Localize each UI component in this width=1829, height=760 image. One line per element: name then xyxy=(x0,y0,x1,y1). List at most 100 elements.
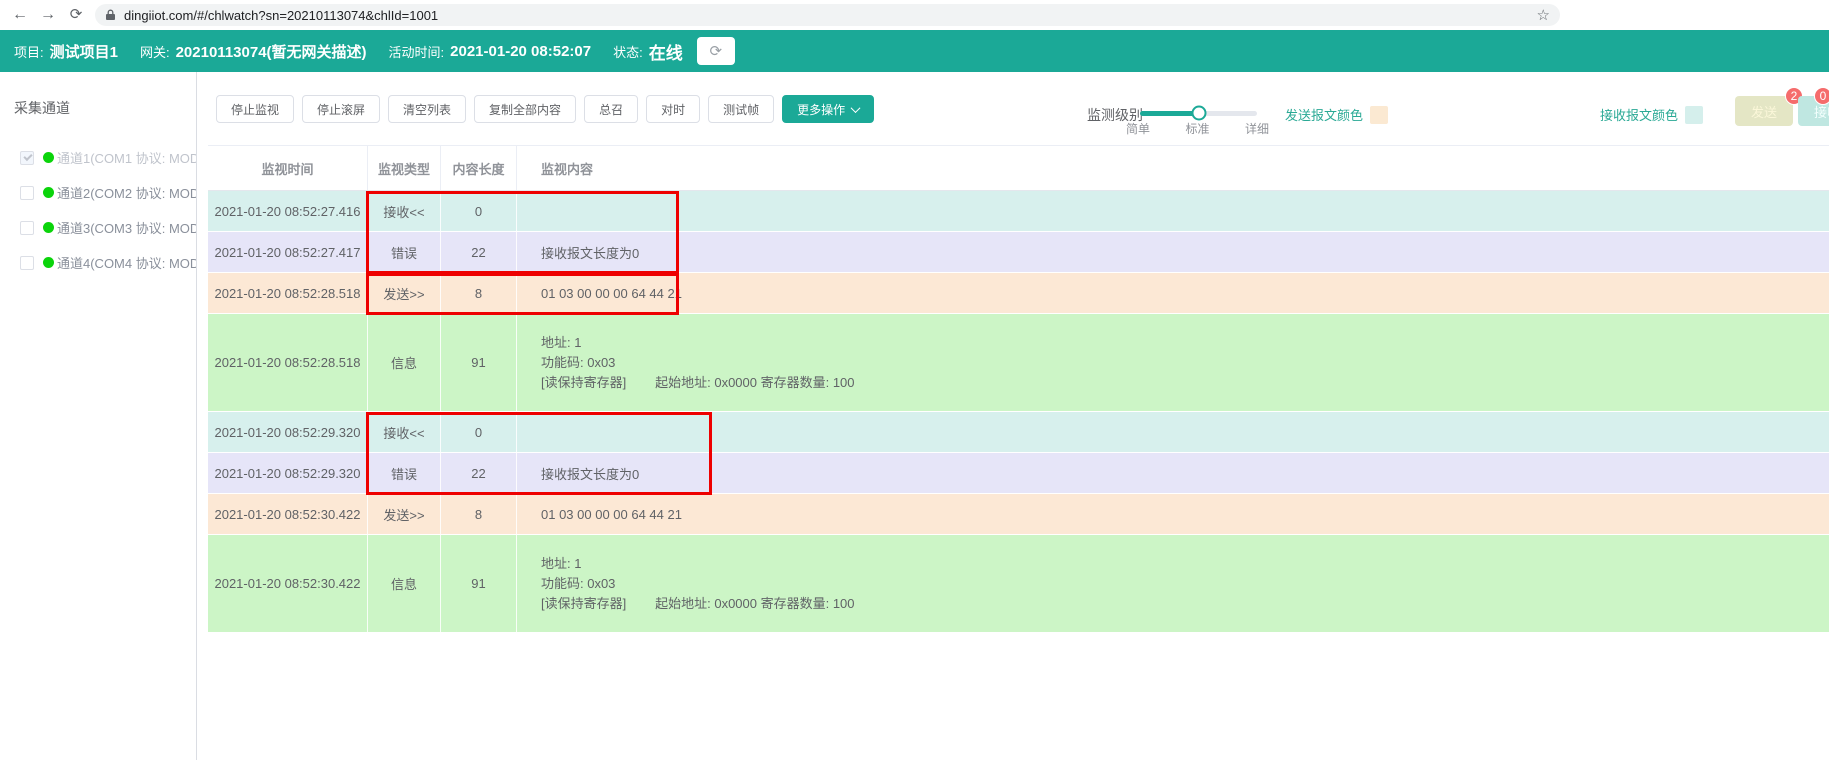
toolbar-button[interactable]: 复制全部内容 xyxy=(474,95,576,123)
table-row: 2021-01-20 08:52:30.422 信息 91 地址: 1功能码: … xyxy=(208,535,1829,633)
cell-type: 发送>> xyxy=(368,494,441,534)
url-text[interactable]: dingiiot.com/#/chlwatch?sn=20210113074&c… xyxy=(124,8,1537,23)
more-actions-button[interactable]: 更多操作 xyxy=(782,95,874,123)
cell-content: 接收报文长度为0 xyxy=(517,232,1829,272)
channel-checkbox[interactable] xyxy=(20,256,34,270)
table-row: 2021-01-20 08:52:27.417 错误 22 接收报文长度为0 xyxy=(208,232,1829,273)
toolbar-button[interactable]: 测试帧 xyxy=(708,95,774,123)
recv-color-label: 接收报文颜色 xyxy=(1600,105,1678,124)
sidebar: 采集通道 通道1(COM1 协议: MOD... 通道2(COM2 协议: MO… xyxy=(0,72,197,760)
cell-content: 01 03 00 00 00 64 44 21 xyxy=(517,273,1829,313)
recv-count-badge: 0 xyxy=(1814,87,1829,105)
channel-label: 通道2(COM2 协议: MOD... xyxy=(57,183,196,202)
toolbar: 停止监视 停止滚屏 清空列表 复制全部内容 总召 对时 测试帧 更多操作 xyxy=(216,95,874,123)
toolbar-button[interactable]: 停止监视 xyxy=(216,95,294,123)
send-color-label: 发送报文颜色 xyxy=(1285,105,1363,124)
monitor-table: 监视时间 监视类型 内容长度 监视内容 2021-01-20 08:52:27.… xyxy=(208,145,1829,633)
channel-online-dot xyxy=(43,257,54,268)
cell-length: 22 xyxy=(441,232,517,272)
cell-type: 接收<< xyxy=(368,412,441,452)
cell-length: 0 xyxy=(441,191,517,231)
cell-time: 2021-01-20 08:52:27.417 xyxy=(208,232,368,272)
gateway-label: 网关: xyxy=(140,42,170,61)
monitor-level-slider[interactable] xyxy=(1140,108,1257,118)
send-color-swatch[interactable] xyxy=(1370,106,1388,124)
channel-label: 通道1(COM1 协议: MOD... xyxy=(57,148,196,167)
toolbar-button[interactable]: 停止滚屏 xyxy=(302,95,380,123)
recv-toggle-button[interactable]: 接收 0 xyxy=(1798,96,1829,126)
sidebar-channel-item[interactable]: 通道4(COM4 协议: MOD... xyxy=(0,245,196,280)
recv-color-swatch[interactable] xyxy=(1685,106,1703,124)
browser-chrome: ← → ⟳ dingiiot.com/#/chlwatch?sn=2021011… xyxy=(0,0,1829,30)
project-value: 测试项目1 xyxy=(50,41,118,62)
table-row: 2021-01-20 08:52:28.518 发送>> 8 01 03 00 … xyxy=(208,273,1829,314)
cell-type: 错误 xyxy=(368,232,441,272)
cell-content-lines: 地址: 1功能码: 0x03[读保持寄存器] 起始地址: 0x0000 寄存器数… xyxy=(541,556,855,611)
col-header-length: 内容长度 xyxy=(441,146,517,190)
cell-length: 0 xyxy=(441,412,517,452)
sidebar-channel-item[interactable]: 通道1(COM1 协议: MOD... xyxy=(0,140,196,175)
cell-time: 2021-01-20 08:52:29.320 xyxy=(208,453,368,493)
channel-checkbox[interactable] xyxy=(20,221,34,235)
cell-type: 发送>> xyxy=(368,273,441,313)
active-time-label: 活动时间: xyxy=(389,42,445,61)
sidebar-title: 采集通道 xyxy=(14,98,196,118)
table-row: 2021-01-20 08:52:27.416 接收<< 0 xyxy=(208,191,1829,232)
address-bar[interactable]: dingiiot.com/#/chlwatch?sn=20210113074&c… xyxy=(95,4,1560,26)
slider-handle[interactable] xyxy=(1191,106,1206,121)
cell-type: 错误 xyxy=(368,453,441,493)
slider-mark-detail[interactable]: 详细 xyxy=(1245,120,1269,137)
recv-toggle-label: 接收 xyxy=(1814,105,1829,120)
cell-content-lines: 地址: 1功能码: 0x03[读保持寄存器] 起始地址: 0x0000 寄存器数… xyxy=(541,335,855,390)
channel-label: 通道3(COM3 协议: MOD... xyxy=(57,218,196,237)
channel-online-dot xyxy=(43,187,54,198)
chevron-down-icon xyxy=(851,103,861,113)
channel-online-dot xyxy=(43,222,54,233)
cell-time: 2021-01-20 08:52:30.422 xyxy=(208,535,368,632)
channel-label: 通道4(COM4 协议: MOD... xyxy=(57,253,196,272)
slider-mark-simple[interactable]: 简单 xyxy=(1126,120,1150,137)
cell-time: 2021-01-20 08:52:30.422 xyxy=(208,494,368,534)
toolbar-button[interactable]: 总召 xyxy=(584,95,638,123)
main-panel: 停止监视 停止滚屏 清空列表 复制全部内容 总召 对时 测试帧 更多操作 监测级… xyxy=(198,72,1829,760)
cell-time: 2021-01-20 08:52:29.320 xyxy=(208,412,368,452)
send-toggle-button[interactable]: 发送 2 xyxy=(1735,96,1793,126)
channel-online-dot xyxy=(43,152,54,163)
table-row: 2021-01-20 08:52:28.518 信息 91 地址: 1功能码: … xyxy=(208,314,1829,412)
cell-type: 信息 xyxy=(368,314,441,411)
table-row: 2021-01-20 08:52:30.422 发送>> 8 01 03 00 … xyxy=(208,494,1829,535)
refresh-button[interactable]: ⟳ xyxy=(697,37,735,65)
toolbar-button[interactable]: 清空列表 xyxy=(388,95,466,123)
slider-mark-standard[interactable]: 标准 xyxy=(1185,120,1209,137)
back-icon[interactable]: ← xyxy=(8,3,32,27)
cell-content: 地址: 1功能码: 0x03[读保持寄存器] 起始地址: 0x0000 寄存器数… xyxy=(517,535,1829,632)
channel-list: 通道1(COM1 协议: MOD... 通道2(COM2 协议: MOD... … xyxy=(0,140,196,280)
table-row: 2021-01-20 08:52:29.320 接收<< 0 xyxy=(208,412,1829,453)
toolbar-button[interactable]: 对时 xyxy=(646,95,700,123)
col-header-type: 监视类型 xyxy=(368,146,441,190)
sidebar-channel-item[interactable]: 通道2(COM2 协议: MOD... xyxy=(0,175,196,210)
reload-icon[interactable]: ⟳ xyxy=(64,3,88,27)
slider-marks: 简单 标准 详细 xyxy=(1126,120,1269,137)
cell-content: 地址: 1功能码: 0x03[读保持寄存器] 起始地址: 0x0000 寄存器数… xyxy=(517,314,1829,411)
cell-length: 91 xyxy=(441,535,517,632)
gateway-value: 20210113074(暂无网关描述) xyxy=(176,41,367,62)
col-header-content: 监视内容 xyxy=(517,146,1829,190)
project-label: 项目: xyxy=(14,42,44,61)
bookmark-star-icon[interactable]: ☆ xyxy=(1537,8,1550,23)
sidebar-channel-item[interactable]: 通道3(COM3 协议: MOD... xyxy=(0,210,196,245)
cell-length: 91 xyxy=(441,314,517,411)
lock-icon xyxy=(105,9,116,21)
channel-checkbox[interactable] xyxy=(20,151,34,165)
status-value: 在线 xyxy=(649,39,683,64)
cell-content xyxy=(517,191,1829,231)
cell-type: 信息 xyxy=(368,535,441,632)
forward-icon[interactable]: → xyxy=(36,3,60,27)
status-label: 状态: xyxy=(613,42,643,61)
cell-type: 接收<< xyxy=(368,191,441,231)
channel-checkbox[interactable] xyxy=(20,186,34,200)
cell-content xyxy=(517,412,1829,452)
table-header: 监视时间 监视类型 内容长度 监视内容 xyxy=(208,145,1829,191)
active-time-value: 2021-01-20 08:52:07 xyxy=(450,43,591,60)
send-toggle-label: 发送 xyxy=(1751,105,1777,120)
